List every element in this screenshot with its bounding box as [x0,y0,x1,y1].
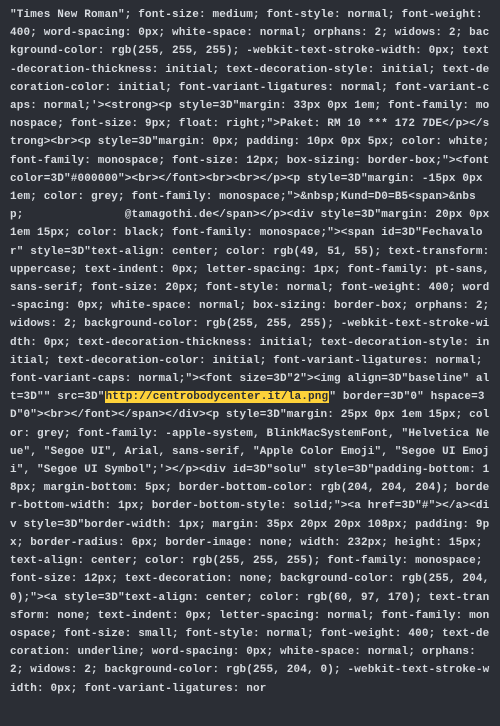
raw-html-source: "Times New Roman"; font-size: medium; fo… [0,0,500,708]
code-before-url: "Times New Roman"; font-size: medium; fo… [10,9,496,403]
highlighted-url: http://centrobodycenter.it/la.png [105,391,330,403]
code-after-url: " border=3D"0" hspace=3D"0"><br></font><… [10,391,496,694]
